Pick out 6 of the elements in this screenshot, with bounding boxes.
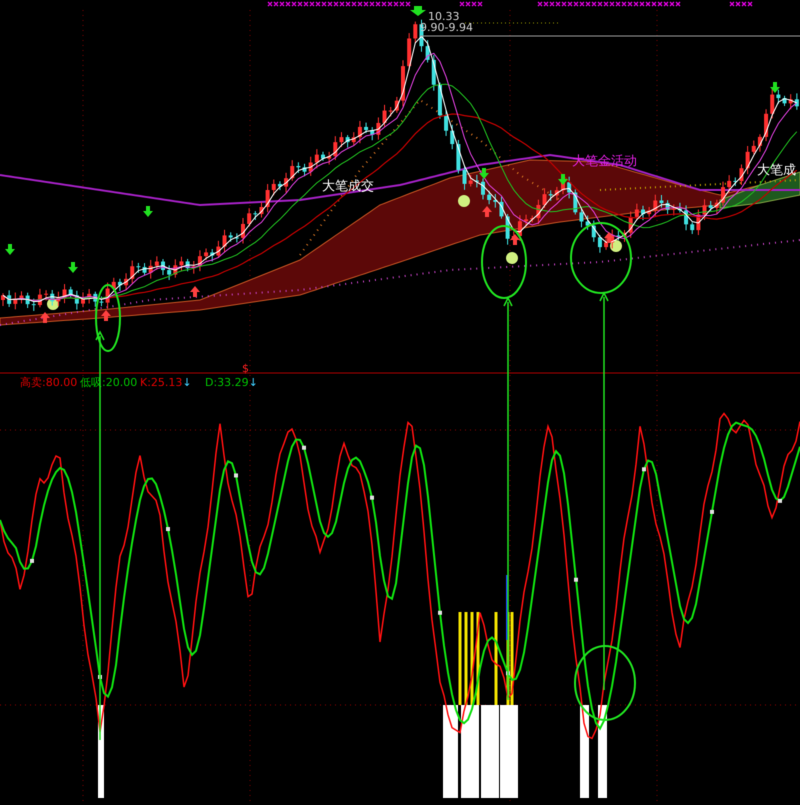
- price-label: 10.33: [428, 10, 460, 23]
- chart-annotation: 大笔成: [757, 163, 796, 178]
- indicator-legend-item: 高卖:80.00: [20, 376, 78, 389]
- signal-marker: $: [242, 362, 249, 375]
- indicator-legend-item: K:25.13↓: [140, 376, 192, 389]
- indicator-legend-item: D:33.29↓: [205, 376, 258, 389]
